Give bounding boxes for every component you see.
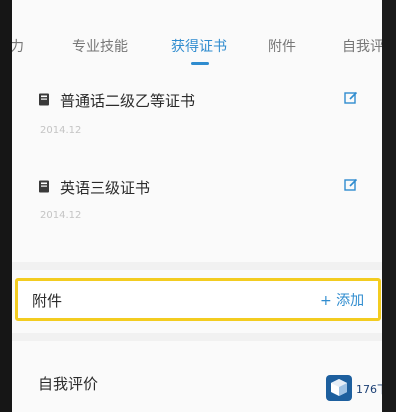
phone-bezel-right [382, 0, 396, 412]
section-divider [12, 333, 382, 341]
attachment-label: 附件 [32, 292, 63, 310]
tab-skills-partial[interactable]: 力 [12, 36, 24, 56]
certificate-title: 普通话二级乙等证书 [60, 92, 196, 110]
certificate-icon [39, 180, 49, 193]
tab-professional-skills[interactable]: 专业技能 [72, 36, 128, 56]
watermark-text: 176下载网 [356, 383, 382, 396]
tab-attachments[interactable]: 附件 [268, 36, 296, 56]
self-evaluation-label: 自我评价 [38, 375, 99, 393]
edit-icon[interactable] [344, 178, 358, 192]
tab-certificates[interactable]: 获得证书 [171, 36, 227, 56]
section-tabs: 力 专业技能 获得证书 附件 自我评 [12, 0, 382, 66]
tab-self-evaluation[interactable]: 自我评 [342, 36, 382, 56]
attachment-section: 附件 + 添加 [15, 278, 381, 321]
certificate-title: 英语三级证书 [60, 179, 151, 197]
watermark-logo [326, 375, 352, 401]
edit-icon[interactable] [344, 91, 358, 105]
screen: 力 专业技能 获得证书 附件 自我评 普通话二级乙等证书 2014.12 英语三… [12, 0, 382, 412]
add-attachment-button[interactable]: + 添加 [320, 290, 364, 310]
certificate-date: 2014.12 [40, 125, 82, 136]
certificate-icon [39, 93, 49, 106]
active-tab-indicator [191, 62, 209, 65]
phone-bezel-left [0, 0, 12, 412]
phone-frame: 力 专业技能 获得证书 附件 自我评 普通话二级乙等证书 2014.12 英语三… [0, 0, 396, 412]
cube-icon [331, 379, 347, 396]
section-divider [12, 262, 382, 270]
watermark: 176下载网 [326, 375, 382, 403]
certificate-date: 2014.12 [40, 210, 82, 221]
